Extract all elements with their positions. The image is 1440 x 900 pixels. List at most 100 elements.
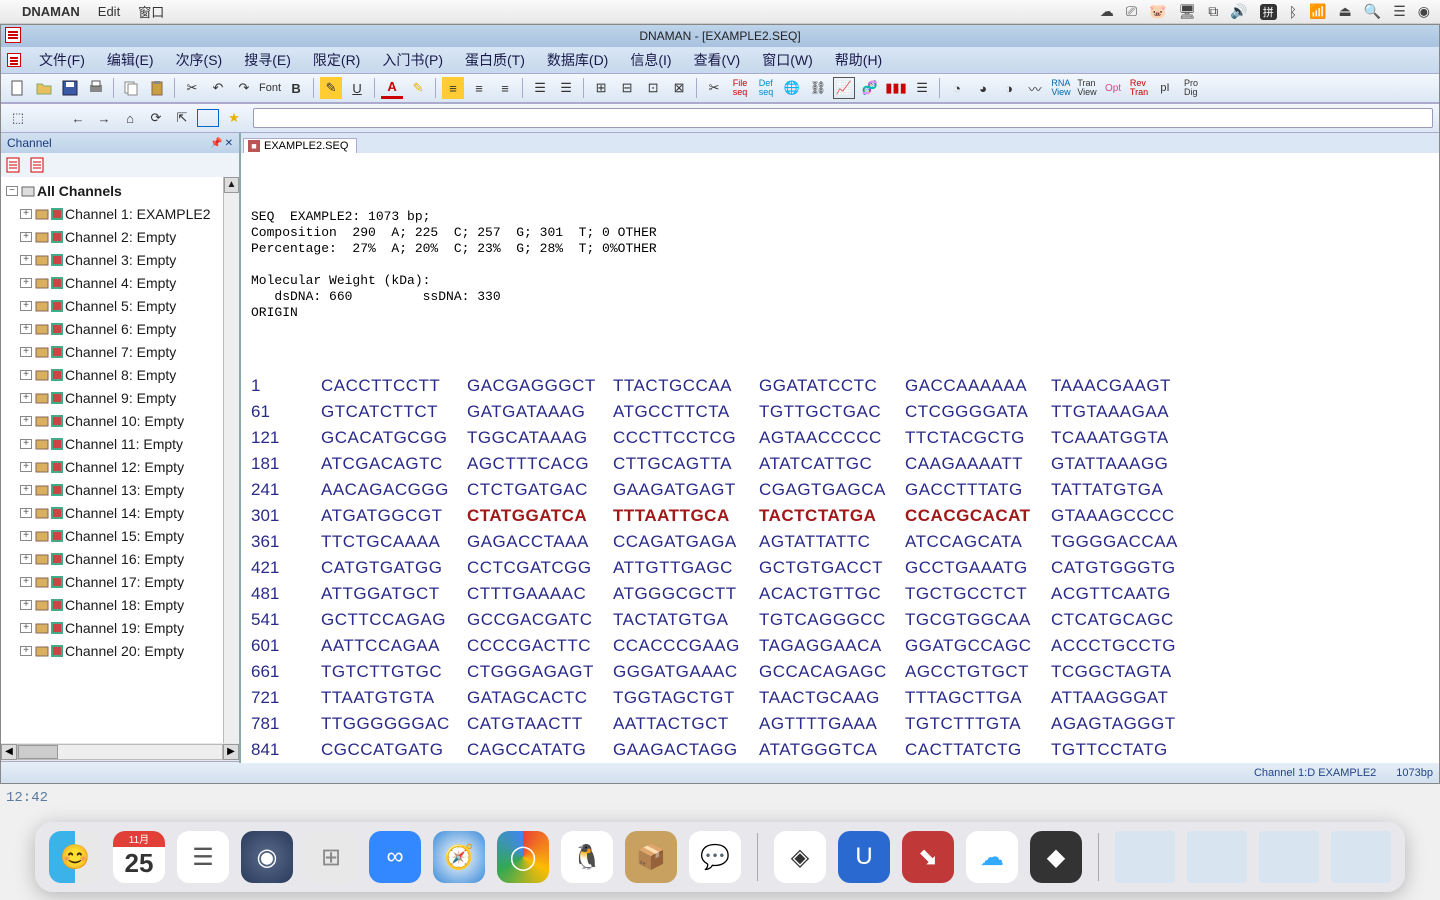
menu-window[interactable]: 窗口(W) xyxy=(754,48,821,72)
zigzag-icon[interactable]: 〰 xyxy=(1024,77,1046,99)
dock-min3-icon[interactable] xyxy=(1259,831,1319,883)
tree-item[interactable]: +Channel 13: Empty xyxy=(3,478,237,501)
tool3-icon[interactable]: ⊡ xyxy=(642,77,664,99)
cloud-icon[interactable]: ☁︎ xyxy=(1100,3,1114,20)
list2-icon[interactable]: ☰ xyxy=(911,77,933,99)
rna-icon[interactable]: 🧬 xyxy=(859,77,881,99)
siri-color-icon[interactable]: ◉ xyxy=(1418,3,1430,20)
rna-view-icon[interactable]: RNAView xyxy=(1050,77,1072,99)
eject-icon[interactable]: ⏏ xyxy=(1339,3,1352,20)
sequence-viewer[interactable]: SEQ EXAMPLE2: 1073 bp; Composition 290 A… xyxy=(241,153,1439,783)
tree-item[interactable]: +Channel 12: Empty xyxy=(3,455,237,478)
menu-help[interactable]: 帮助(H) xyxy=(827,48,890,72)
pig-icon[interactable]: 🐷 xyxy=(1149,3,1166,20)
menu-edit[interactable]: 编辑(E) xyxy=(99,48,162,72)
dock-safari-icon[interactable]: 🧭 xyxy=(433,831,485,883)
align-left-icon[interactable]: ≡ xyxy=(442,77,464,99)
dock-siri-icon[interactable]: ◉ xyxy=(241,831,293,883)
menu-database[interactable]: 数据库(D) xyxy=(539,48,616,72)
align-center-icon[interactable]: ≡ xyxy=(468,77,490,99)
volume-icon[interactable]: 🔊 xyxy=(1230,3,1247,20)
dock-min2-icon[interactable] xyxy=(1187,831,1247,883)
tool1-icon[interactable]: ⊞ xyxy=(590,77,612,99)
tree-item[interactable]: +Channel 19: Empty xyxy=(3,616,237,639)
tree-item[interactable]: +Channel 8: Empty xyxy=(3,363,237,386)
dock-calendar-icon[interactable]: 11月 25 xyxy=(113,831,165,883)
tree-item[interactable]: +Channel 1: EXAMPLE2 xyxy=(3,202,237,225)
font-button[interactable]: Font xyxy=(259,77,281,99)
tree-item[interactable]: +Channel 4: Empty xyxy=(3,271,237,294)
tree-item[interactable]: +Channel 11: Empty xyxy=(3,432,237,455)
menu-protein[interactable]: 蛋白质(T) xyxy=(457,48,533,72)
prot-icon[interactable]: ProDig xyxy=(1180,77,1202,99)
dock-wechat-icon[interactable]: 💬 xyxy=(689,831,741,883)
nav-refresh-icon[interactable]: ⟳ xyxy=(145,107,167,129)
tree-item[interactable]: +Channel 6: Empty xyxy=(3,317,237,340)
highlight-icon[interactable]: ✎ xyxy=(320,77,342,99)
close-pane-icon[interactable]: ✕ xyxy=(225,138,233,149)
paste-icon[interactable] xyxy=(146,77,168,99)
dock-app2-icon[interactable]: U xyxy=(838,831,890,883)
copy-icon[interactable] xyxy=(120,77,142,99)
tree-hscroll[interactable]: ◀ ▶ xyxy=(1,743,239,761)
wifi-icon[interactable]: 📶 xyxy=(1309,3,1326,20)
menu-doc-icon[interactable] xyxy=(7,53,21,67)
tree-item[interactable]: +Channel 15: Empty xyxy=(3,524,237,547)
dock-min4-icon[interactable] xyxy=(1331,831,1391,883)
hscroll-right-icon[interactable]: ▶ xyxy=(223,744,239,760)
menu-view[interactable]: 查看(V) xyxy=(686,48,749,72)
tree-item[interactable]: +Channel 14: Empty xyxy=(3,501,237,524)
doc-tab-active[interactable]: ■ EXAMPLE2.SEQ xyxy=(243,138,357,153)
mac-menu-window[interactable]: 窗口 xyxy=(138,2,164,21)
menu-sequence[interactable]: 次序(S) xyxy=(168,48,231,72)
dock-min1-icon[interactable] xyxy=(1115,831,1175,883)
menu-search[interactable]: 搜寻(E) xyxy=(236,48,299,72)
globe-icon[interactable]: 🌐 xyxy=(781,77,803,99)
display-icon[interactable]: 🖥 xyxy=(1178,3,1196,20)
search-icon[interactable]: 🔍 xyxy=(1364,3,1381,20)
tree-item[interactable]: +Channel 2: Empty xyxy=(3,225,237,248)
menu-restrict[interactable]: 限定(R) xyxy=(305,48,368,72)
mac-menu-edit[interactable]: Edit xyxy=(98,4,120,19)
list-num-icon[interactable]: ☰ xyxy=(529,77,551,99)
cut2-icon[interactable]: ✂ xyxy=(703,77,725,99)
def-seq-icon[interactable]: Defseq xyxy=(755,77,777,99)
pie1-icon[interactable]: ◔ xyxy=(946,77,968,99)
new-icon[interactable] xyxy=(7,77,29,99)
graph-icon[interactable]: 📈 xyxy=(833,77,855,99)
mirror-icon[interactable]: ⧉ xyxy=(1208,3,1218,20)
file-seq-icon[interactable]: Fileseq xyxy=(729,77,751,99)
tool4-icon[interactable]: ⊠ xyxy=(668,77,690,99)
redo-icon[interactable]: ↷ xyxy=(233,77,255,99)
tree-item[interactable]: +Channel 20: Empty xyxy=(3,639,237,662)
nav-blank-icon[interactable]: ⬚ xyxy=(7,107,29,129)
tree-item[interactable]: +Channel 17: Empty xyxy=(3,570,237,593)
dock-chrome-icon[interactable]: ◯ xyxy=(497,831,549,883)
pin-icon[interactable]: 📌 xyxy=(210,138,222,149)
tree-root[interactable]: − All Channels xyxy=(3,179,237,202)
chain-icon[interactable]: ⛓ xyxy=(807,77,829,99)
pane-doc1-icon[interactable] xyxy=(5,156,23,174)
tree-item[interactable]: +Channel 18: Empty xyxy=(3,593,237,616)
mac-app-name[interactable]: DNAMAN xyxy=(22,4,80,19)
tree-item[interactable]: +Channel 9: Empty xyxy=(3,386,237,409)
open-icon[interactable] xyxy=(33,77,55,99)
cut-icon[interactable]: ✂ xyxy=(181,77,203,99)
align-right-icon[interactable]: ≡ xyxy=(494,77,516,99)
bold-button[interactable]: B xyxy=(285,77,307,99)
tree-item[interactable]: +Channel 7: Empty xyxy=(3,340,237,363)
tran-view-icon[interactable]: TranView xyxy=(1076,77,1098,99)
pane-doc2-icon[interactable] xyxy=(29,156,47,174)
tree-item[interactable]: +Channel 16: Empty xyxy=(3,547,237,570)
nav-fwd-icon[interactable]: → xyxy=(93,107,115,129)
nav-doc-icon[interactable] xyxy=(197,109,219,127)
highlight2-icon[interactable]: ✎ xyxy=(407,77,429,99)
dock-qq-icon[interactable]: 🐧 xyxy=(561,831,613,883)
tree-vscroll[interactable]: ▲ xyxy=(223,177,239,743)
opt-icon[interactable]: Opt xyxy=(1102,77,1124,99)
pie2-icon[interactable]: ◕ xyxy=(972,77,994,99)
dock-app1-icon[interactable]: ◈ xyxy=(774,831,826,883)
dock-launchpad-icon[interactable]: ⊞ xyxy=(305,831,357,883)
dock-box-icon[interactable]: 📦 xyxy=(625,831,677,883)
save-icon[interactable] xyxy=(59,77,81,99)
